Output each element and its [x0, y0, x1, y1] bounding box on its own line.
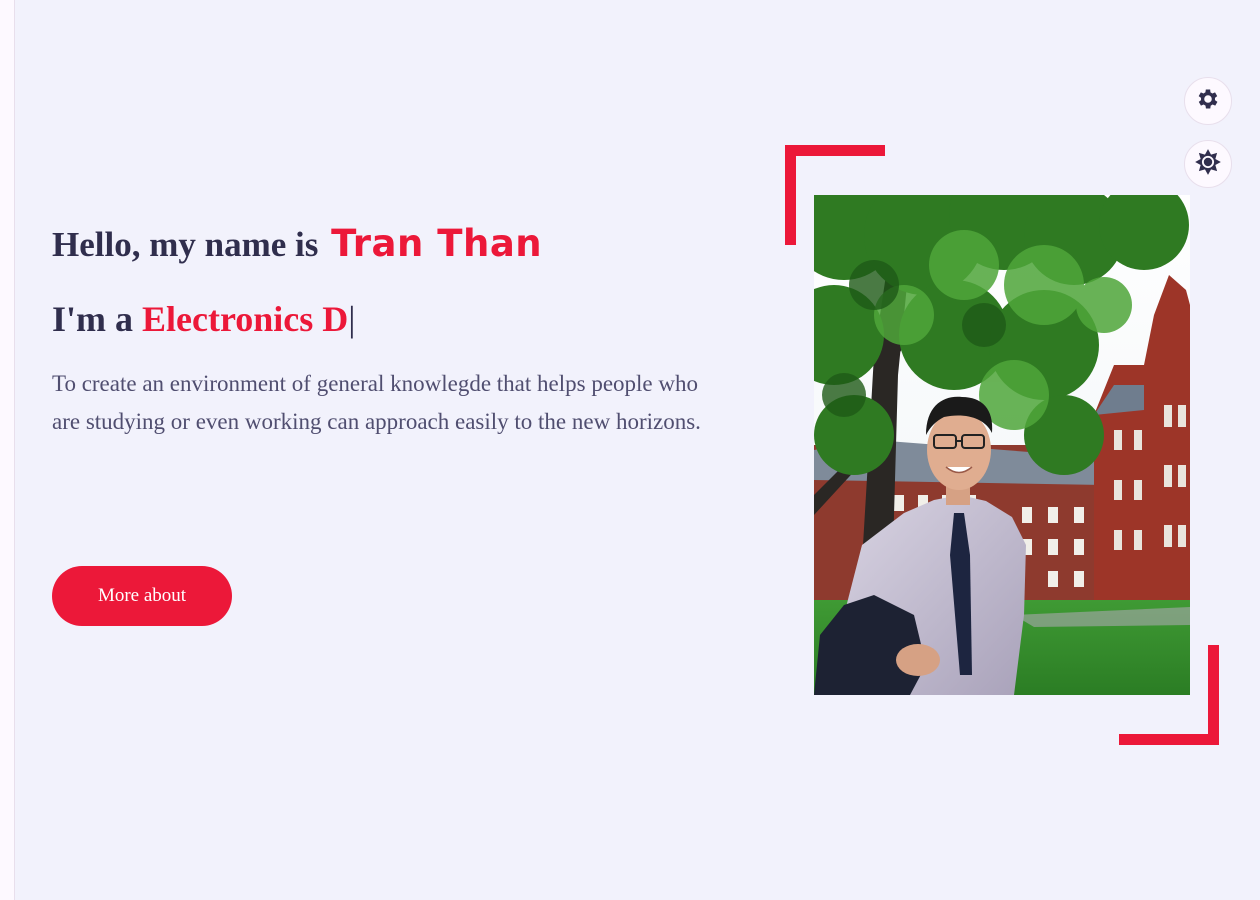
sun-icon — [1194, 148, 1222, 181]
theme-toggle-button[interactable] — [1184, 140, 1232, 188]
hero-description: To create an environment of general know… — [52, 371, 701, 434]
more-about-button[interactable]: More about — [52, 566, 232, 626]
hero-section: Hello, my name is Tran Than I'm a Electr… — [52, 220, 732, 440]
frame-corner-bottom-right-vertical — [1208, 645, 1219, 745]
frame-corner-top-left-vertical — [785, 145, 796, 245]
typing-cursor: | — [348, 299, 356, 339]
frame-corner-top-left — [785, 145, 885, 156]
role-prefix: I'm a — [52, 299, 133, 339]
typed-role-text: Electronics D — [142, 299, 349, 339]
greeting-heading: Hello, my name is Tran Than — [52, 220, 732, 269]
greeting-prefix: Hello, my name is — [52, 225, 319, 264]
role-heading: I'm a Electronics D| — [52, 295, 732, 343]
owner-name: Tran Than — [331, 222, 543, 265]
frame-corner-bottom-right — [1119, 734, 1219, 745]
profile-photo — [814, 195, 1190, 695]
gear-icon — [1195, 86, 1221, 117]
side-panel-edge — [0, 0, 15, 900]
settings-button[interactable] — [1184, 77, 1232, 125]
